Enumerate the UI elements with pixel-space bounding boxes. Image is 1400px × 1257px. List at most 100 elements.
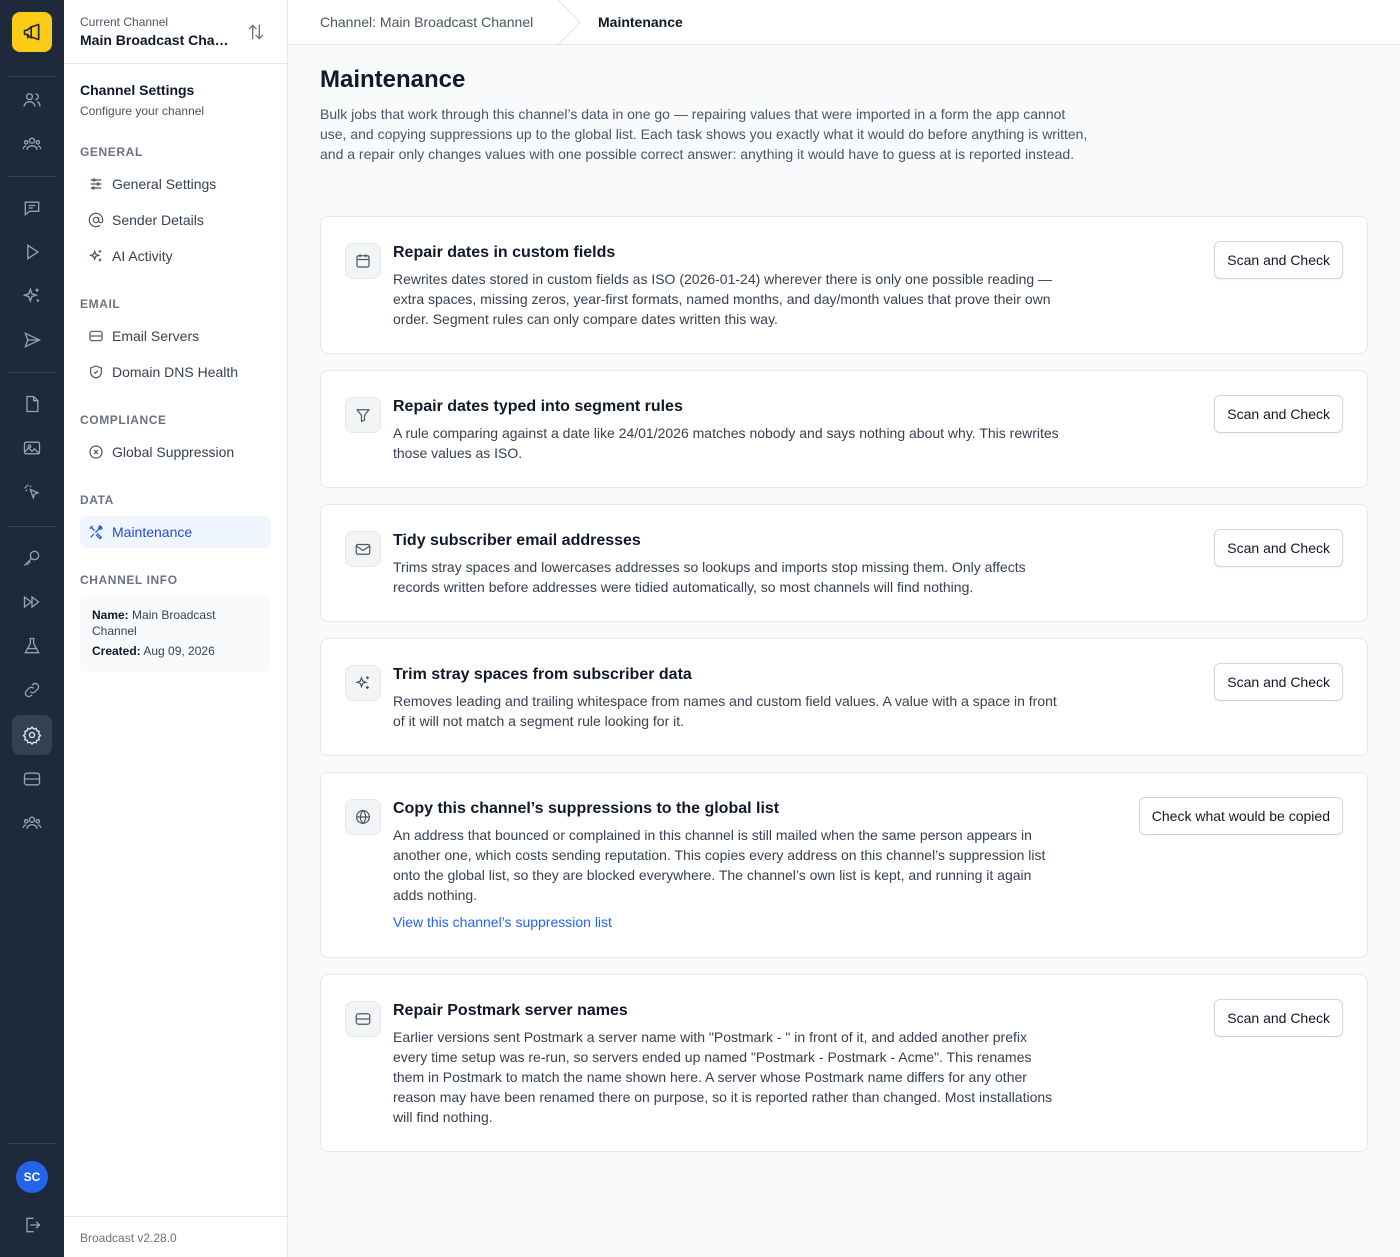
server-icon [89,330,103,342]
scan-and-check-button[interactable]: Scan and Check [1214,241,1343,279]
rail-divider [8,176,56,177]
task-card-trim-spaces: Trim stray spaces from subscriber data R… [320,638,1368,756]
sidebar-item-sender-details[interactable]: Sender Details [80,204,271,236]
file-icon[interactable] [12,384,52,424]
app-rail: SC [0,0,64,1257]
filter-icon [345,397,381,433]
sidebar-item-label: General Settings [112,176,217,192]
breadcrumb-channel-link[interactable]: Channel: Main Broadcast Channel [320,14,533,30]
sidebar-item-general-settings[interactable]: General Settings [80,168,271,200]
scan-and-check-button[interactable]: Scan and Check [1214,529,1343,567]
tools-icon [89,525,103,540]
check-what-would-be-copied-button[interactable]: Check what would be copied [1138,797,1343,835]
scan-and-check-button[interactable]: Scan and Check [1214,663,1343,701]
task-card-email-addresses: Tidy subscriber email addresses Trims st… [320,504,1368,622]
task-card-postmark-server-names: Repair Postmark server names Earlier ver… [320,974,1368,1152]
channel-info-created: Created: Aug 09, 2026 [92,644,215,658]
sidebar-item-label: AI Activity [112,248,173,264]
section-label-general: GENERAL [80,145,143,159]
sparkles-icon [88,249,102,262]
task-card-segment-rule-dates: Repair dates typed into segment rules A … [320,370,1368,488]
forward-icon[interactable] [12,582,52,622]
sidebar-item-label: Global Suppression [112,444,235,460]
sidebar-item-global-suppression[interactable]: Global Suppression [80,436,271,468]
card-description: A rule comparing against a date like 24/… [393,425,1059,461]
sliders-icon [90,178,102,190]
sparkles-icon[interactable] [12,276,52,316]
sidebar-item-maintenance[interactable]: Maintenance [80,516,271,548]
current-channel-label: Current Channel [80,15,169,29]
at-sign-icon [88,212,104,228]
current-channel-name: Main Broadcast Channel [80,32,230,48]
key-icon[interactable] [12,538,52,578]
breadcrumb: Channel: Main Broadcast Channel Maintena… [288,0,1400,45]
card-title: Repair dates typed into segment rules [393,398,683,415]
card-title: Copy this channel’s suppressions to the … [393,800,780,817]
gear-icon[interactable] [12,715,52,755]
sidebar-item-label: Maintenance [112,524,193,540]
settings-sidebar: Current Channel Main Broadcast Channel C… [64,0,288,1257]
avatar[interactable]: SC [16,1161,48,1193]
section-label-data: DATA [80,493,114,507]
view-suppression-list-link[interactable]: View this channel’s suppression list [393,914,612,930]
section-label-compliance: COMPLIANCE [80,413,167,427]
server-icon[interactable] [12,759,52,799]
card-title: Repair dates in custom fields [393,244,616,261]
chevron-right-icon [557,0,581,45]
flask-icon[interactable] [12,626,52,666]
section-label-email: EMAIL [80,297,121,311]
scan-and-check-button[interactable]: Scan and Check [1214,395,1343,433]
page-description: Bulk jobs that work through this channel… [320,106,1088,162]
globe-icon [345,799,381,835]
users-icon[interactable] [12,80,52,120]
send-icon[interactable] [12,320,52,360]
app-version: Broadcast v2.28.0 [80,1231,177,1245]
sparkles-icon [345,665,381,701]
sidebar-item-email-servers[interactable]: Email Servers [80,320,271,352]
task-card-copy-suppressions: Copy this channel’s suppressions to the … [320,772,1368,958]
rail-divider [8,1143,56,1144]
card-title: Tidy subscriber email addresses [393,532,641,549]
task-card-custom-field-dates: Repair dates in custom fields Rewrites d… [320,216,1368,354]
team-icon[interactable] [12,803,52,843]
sidebar-item-label: Sender Details [112,212,204,228]
swap-icon[interactable] [246,22,266,42]
card-title: Trim stray spaces from subscriber data [393,666,692,683]
card-title: Repair Postmark server names [393,1002,628,1019]
calendar-icon [345,243,381,279]
section-label-channel-info: CHANNEL INFO [80,573,178,587]
rail-divider [8,76,56,77]
scan-and-check-button[interactable]: Scan and Check [1214,999,1343,1037]
sidebar-title: Channel Settings [80,82,195,98]
megaphone-icon[interactable] [12,12,52,52]
page-title: Maintenance [320,66,466,93]
sidebar-subtitle: Configure your channel [80,104,205,118]
rail-divider [8,372,56,373]
card-description: An address that bounced or complained in… [393,827,1046,903]
play-icon[interactable] [12,232,52,272]
logout-icon[interactable] [12,1205,52,1245]
card-description: Rewrites dates stored in custom fields a… [393,271,1053,327]
card-description: Trims stray spaces and lowercases addres… [393,559,1026,595]
shield-icon [90,365,102,379]
sidebar-item-domain-dns-health[interactable]: Domain DNS Health [80,356,271,388]
sidebar-footer: Broadcast v2.28.0 [64,1216,287,1257]
groups-icon[interactable] [12,124,52,164]
sidebar-item-ai-activity[interactable]: AI Activity [80,240,271,272]
sidebar-item-label: Domain DNS Health [112,364,239,380]
link-icon[interactable] [12,670,52,710]
image-icon[interactable] [12,428,52,468]
circle-x-icon [89,445,103,459]
channel-info-name: Name: Main Broadcast Channel [92,608,216,638]
channel-switcher[interactable]: Current Channel Main Broadcast Channel [64,0,287,64]
breadcrumb-current: Maintenance [598,14,683,30]
card-description: Removes leading and trailing whitespace … [393,693,1057,729]
channel-info-box: Name: Main Broadcast Channel Created: Au… [80,596,271,672]
message-icon[interactable] [12,188,52,228]
server-icon [345,1001,381,1037]
card-description: Earlier versions sent Postmark a server … [393,1029,1053,1125]
rail-divider [8,526,56,527]
sidebar-item-label: Email Servers [112,328,200,344]
mail-icon [345,531,381,567]
click-icon[interactable] [12,472,52,512]
